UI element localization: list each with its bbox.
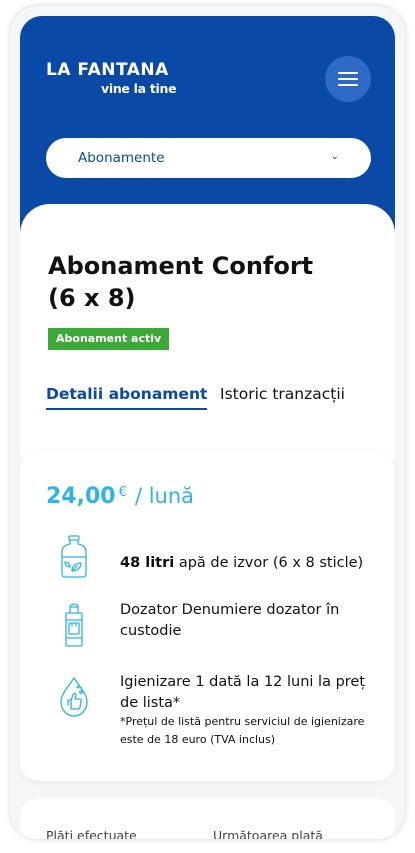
- menu-line-icon: [338, 78, 358, 80]
- title-line-1: Abonament Confort: [48, 252, 314, 280]
- feature-sanitize: Igienizare 1 dată la 12 luni la preț de …: [120, 674, 366, 711]
- section-select[interactable]: Abonamente ⌄: [46, 138, 371, 178]
- water-bottle-icon: [61, 535, 87, 578]
- brand-logo[interactable]: LA FANTANA vine la tine: [46, 60, 177, 96]
- next-payment-label[interactable]: Următoarea plată: [213, 828, 323, 839]
- subscription-details-card: 24,00 € / lună 48 litri apă de izvor (6 x…: [20, 451, 395, 781]
- feature-dispenser: Dozator Denumiere dozator în custodie: [120, 602, 340, 639]
- chevron-down-icon: ⌄: [330, 151, 339, 162]
- phone-frame: LA FANTANA vine la tine Abonamente ⌄ Abo…: [10, 6, 405, 839]
- status-badge: Abonament activ: [48, 328, 170, 350]
- payments-made-label[interactable]: Plăți efectuate: [46, 828, 137, 839]
- feature-water-text: apă de izvor (6 x 8 sticle): [174, 555, 364, 571]
- logo-main-text: LA FANTANA: [46, 60, 169, 80]
- price-value: 24,00: [46, 484, 116, 509]
- page-title: Abonament Confort (6 x 8): [48, 250, 348, 314]
- hamburger-menu-button[interactable]: [325, 56, 371, 102]
- feature-water-amount: 48 litri: [120, 555, 175, 571]
- payments-card: Plăți efectuate Următoarea plată: [20, 798, 395, 839]
- menu-line-icon: [338, 72, 358, 74]
- water-dispenser-icon: [65, 603, 83, 647]
- tab-subscription-details[interactable]: Detalii abonament: [46, 385, 208, 410]
- feature-water: 48 litri apă de izvor (6 x 8 sticle): [120, 553, 380, 574]
- select-value: Abonamente: [78, 150, 165, 166]
- price: 24,00 € / lună: [46, 484, 194, 509]
- title-line-2: (6 x 8): [48, 284, 136, 312]
- price-currency: €: [118, 485, 127, 500]
- subscription-card: Abonament Confort (6 x 8) Abonament acti…: [20, 204, 395, 459]
- tab-transaction-history[interactable]: Istoric tranzacții: [220, 385, 345, 403]
- sanitize-price-note: *Prețul de listă pentru serviciul de igi…: [120, 715, 365, 746]
- sanitize-hand-icon: [60, 677, 88, 717]
- price-unit: / lună: [134, 484, 195, 508]
- logo-tagline: vine la tine: [101, 81, 177, 96]
- menu-line-icon: [338, 84, 358, 86]
